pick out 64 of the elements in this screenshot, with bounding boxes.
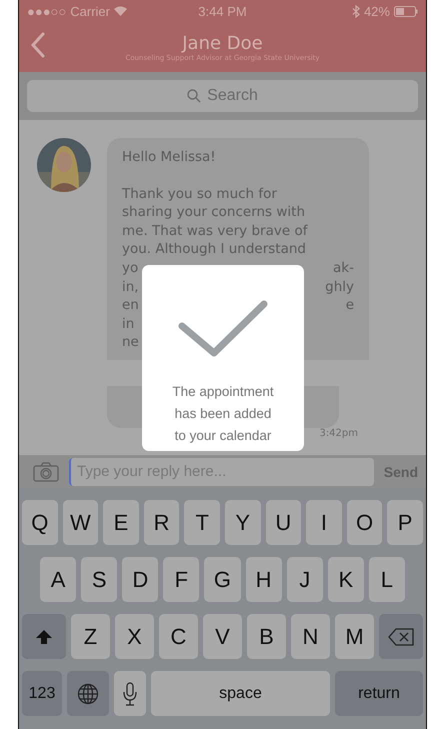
back-icon[interactable] <box>31 32 45 58</box>
microphone-key[interactable] <box>114 671 146 716</box>
microphone-icon <box>123 682 137 706</box>
message-text: sharing your concerns with <box>122 203 306 222</box>
keyboard-key[interactable]: U <box>266 500 302 545</box>
keyboard-key[interactable]: S <box>81 557 118 602</box>
keyboard-key[interactable]: L <box>368 557 405 602</box>
battery-percent: 42% <box>364 4 390 18</box>
keyboard-key[interactable]: D <box>122 557 158 602</box>
keyboard-key[interactable]: X <box>115 614 154 659</box>
message-text: in <box>122 314 134 334</box>
checkmark-icon <box>178 299 268 359</box>
message-text: ghly <box>325 278 354 296</box>
numbers-key[interactable]: 123 <box>22 671 62 716</box>
keyboard-key[interactable]: W <box>62 500 98 545</box>
keyboard-key[interactable]: V <box>203 614 242 659</box>
shift-key[interactable] <box>22 614 66 659</box>
carrier-name: Carrier <box>70 4 110 18</box>
message-text: me. That was very brave of <box>122 222 308 240</box>
keyboard-key[interactable]: Y <box>224 500 261 545</box>
signal-dots: ●●●○○ <box>27 4 66 18</box>
message-text: ak- <box>333 258 354 278</box>
keyboard-key[interactable]: Q <box>22 500 58 545</box>
keyboard-key[interactable]: H <box>246 557 282 602</box>
message-text: in, <box>122 278 139 296</box>
arrow-up-icon <box>35 628 53 644</box>
space-key[interactable]: space <box>151 671 330 716</box>
keyboard-key[interactable]: Z <box>71 614 110 659</box>
message-text: you. Although I understand <box>122 240 306 259</box>
search-icon <box>187 89 202 103</box>
contact-name: Jane Doe <box>182 32 263 54</box>
keyboard-key[interactable]: A <box>40 557 76 602</box>
camera-icon[interactable] <box>33 462 59 482</box>
globe-key[interactable] <box>67 671 109 716</box>
message-text: en <box>122 296 139 315</box>
message-text: e <box>346 296 354 315</box>
backspace-icon <box>388 628 414 646</box>
keyboard-key[interactable]: F <box>163 557 200 602</box>
bluetooth-icon <box>352 4 360 18</box>
keyboard-key[interactable]: R <box>144 500 180 545</box>
keyboard-key[interactable]: P <box>387 500 423 545</box>
keyboard-key[interactable]: I <box>306 500 342 545</box>
keyboard-key[interactable]: G <box>204 557 241 602</box>
message-text: Thank you so much for <box>122 184 277 204</box>
keyboard-key[interactable]: O <box>346 500 382 545</box>
keyboard-key[interactable]: N <box>291 614 330 659</box>
confirmation-message: The appointment has been added to your calendar <box>172 383 274 445</box>
keyboard-key[interactable]: K <box>328 557 364 602</box>
keyboard-key[interactable]: C <box>159 614 198 659</box>
keyboard-key[interactable]: J <box>286 557 323 602</box>
message-greeting: Hello Melissa! <box>122 148 217 167</box>
message-text: ne <box>122 333 139 352</box>
battery-icon <box>394 6 418 16</box>
message-time: 3:42pm <box>319 428 358 439</box>
clock-time: 3:44 PM <box>198 4 247 18</box>
keyboard-key[interactable]: M <box>335 614 374 659</box>
keyboard-key[interactable]: B <box>247 614 286 659</box>
message-text: yo <box>122 258 138 278</box>
delete-key[interactable] <box>379 614 423 659</box>
keyboard-key[interactable]: T <box>184 500 220 545</box>
return-key[interactable]: return <box>335 671 423 716</box>
globe-icon <box>77 682 99 704</box>
wifi-icon <box>114 6 127 16</box>
keyboard-key[interactable]: E <box>103 500 139 545</box>
